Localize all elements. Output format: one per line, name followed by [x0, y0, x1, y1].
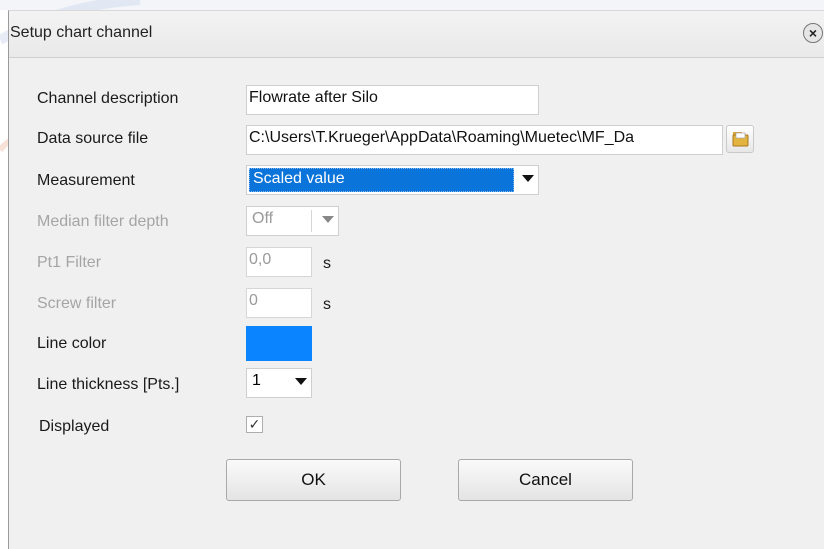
background-window-strip — [0, 0, 824, 10]
line-color-label: Line color — [37, 335, 107, 352]
screw-filter-label: Screw filter — [37, 295, 117, 312]
pt1-filter-input[interactable]: 0,0 — [246, 247, 312, 277]
chevron-down-icon — [322, 216, 334, 223]
displayed-label: Displayed — [39, 418, 110, 435]
screw-filter-input[interactable]: 0 — [246, 288, 312, 318]
ok-button[interactable]: OK — [226, 459, 401, 501]
browse-file-button[interactable] — [726, 125, 754, 153]
chevron-down-icon — [295, 378, 307, 385]
pt1-filter-label: Pt1 Filter — [37, 254, 102, 271]
line-thickness-select[interactable]: 1 — [246, 368, 312, 398]
median-filter-depth-value: Off — [252, 210, 274, 227]
data-source-file-input[interactable]: C:\Users\T.Krueger\AppData\Roaming\Muete… — [246, 125, 723, 155]
measurement-select[interactable]: Scaled value — [246, 165, 539, 195]
line-color-swatch[interactable] — [246, 326, 312, 361]
cancel-button[interactable]: Cancel — [458, 459, 633, 501]
displayed-checkbox[interactable]: ✓ — [246, 416, 263, 433]
median-filter-depth-label: Median filter depth — [37, 213, 169, 230]
dialog-titlebar: Setup chart channel × — [9, 11, 824, 58]
close-icon[interactable]: × — [803, 23, 823, 43]
screw-filter-unit: s — [323, 296, 331, 313]
channel-description-input[interactable]: Flowrate after Silo — [246, 85, 539, 115]
median-filter-depth-select[interactable]: Off — [246, 206, 339, 236]
channel-description-label: Channel description — [37, 90, 179, 107]
chevron-down-icon — [522, 175, 534, 182]
measurement-selected-value: Scaled value — [249, 168, 514, 192]
measurement-label: Measurement — [37, 172, 135, 189]
line-thickness-label: Line thickness [Pts.] — [37, 376, 180, 393]
folder-icon — [732, 132, 749, 147]
dialog-title: Setup chart channel — [10, 24, 153, 41]
line-thickness-value: 1 — [252, 372, 261, 389]
pt1-filter-unit: s — [323, 255, 331, 272]
data-source-file-label: Data source file — [37, 130, 149, 147]
select-separator — [311, 210, 312, 232]
